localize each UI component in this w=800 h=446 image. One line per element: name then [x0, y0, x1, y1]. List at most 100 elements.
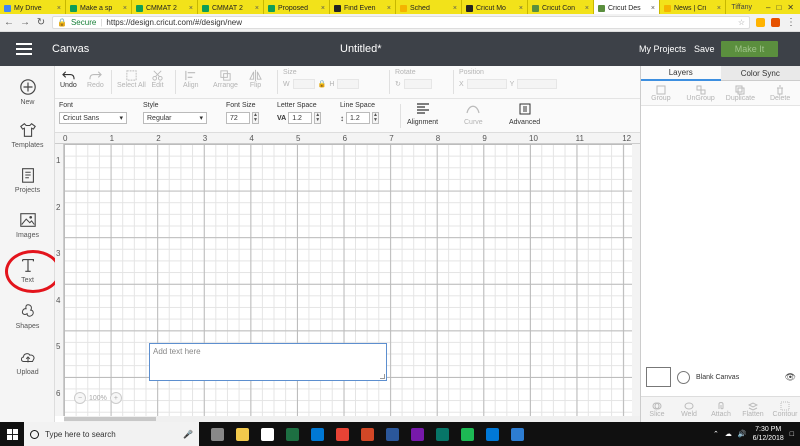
onenote-icon[interactable] — [405, 422, 430, 446]
letter-space-stepper[interactable]: ▲ ▼ — [314, 112, 322, 124]
extension-icon[interactable] — [756, 18, 765, 27]
text-input-box[interactable]: Add text here — [149, 343, 387, 381]
browser-tab[interactable]: Cricut Mo × — [462, 0, 528, 14]
tab-close-icon[interactable]: × — [453, 5, 457, 12]
sidebar-item-templates[interactable]: Templates — [0, 121, 55, 161]
curve-button[interactable]: Curve — [464, 102, 483, 126]
excel-icon[interactable] — [280, 422, 305, 446]
position-y-field[interactable] — [517, 79, 558, 89]
tab-close-icon[interactable]: × — [387, 5, 391, 12]
bookmark-star-icon[interactable]: ☆ — [738, 18, 745, 27]
rotate-field[interactable] — [403, 79, 432, 89]
file-explorer-icon[interactable] — [230, 422, 255, 446]
close-window-icon[interactable]: ✕ — [787, 3, 794, 12]
tab-close-icon[interactable]: × — [57, 5, 61, 12]
browser-tab[interactable]: CMMAT 2 × — [198, 0, 264, 14]
sidebar-item-new[interactable]: New — [0, 78, 55, 118]
tab-close-icon[interactable]: × — [123, 5, 127, 12]
tab-layers[interactable]: Layers — [641, 66, 721, 81]
flip-button[interactable]: Flip — [249, 69, 262, 89]
font-size-field[interactable]: 72 — [226, 112, 250, 124]
contour-button[interactable]: Contour — [769, 397, 800, 422]
network-icon[interactable]: ☁ — [725, 430, 732, 438]
tray-up-icon[interactable]: ⌃ — [713, 430, 719, 438]
browser-tab[interactable]: Sched × — [396, 0, 462, 14]
browser-tab[interactable]: Make a sp × — [66, 0, 132, 14]
chrome-icon[interactable] — [330, 422, 355, 446]
font-select[interactable]: Cricut Sans ▾ — [59, 112, 127, 124]
sidebar-item-projects[interactable]: Projects — [0, 166, 55, 206]
reload-icon[interactable]: ↻ — [36, 17, 46, 28]
canvas-swatch[interactable] — [646, 367, 671, 387]
tab-close-icon[interactable]: × — [255, 5, 259, 12]
clock[interactable]: 7:30 PM 6/12/2018 — [753, 425, 784, 443]
select-all-button[interactable]: Select All — [117, 69, 146, 89]
resize-handle-icon[interactable] — [380, 374, 385, 379]
lock-ratio-icon[interactable]: 🔒 — [318, 80, 327, 88]
undo-button[interactable]: Undo — [60, 69, 77, 89]
width-field[interactable] — [292, 79, 315, 89]
microphone-icon[interactable]: 🎤 — [183, 430, 193, 439]
save-button[interactable]: Save — [694, 44, 715, 54]
task-view-icon[interactable] — [205, 422, 230, 446]
notifications-icon[interactable]: □ — [790, 431, 794, 438]
tab-close-icon[interactable]: × — [651, 5, 655, 12]
weld-button[interactable]: Weld — [673, 397, 705, 422]
sidebar-item-images[interactable]: Images — [0, 211, 55, 251]
advanced-button[interactable]: Advanced — [509, 102, 540, 126]
maximize-icon[interactable]: □ — [776, 3, 781, 12]
taskbar-search-box[interactable]: Type here to search 🎤 — [24, 422, 199, 446]
powerpoint-icon[interactable] — [355, 422, 380, 446]
browser-menu-icon[interactable]: ⋮ — [786, 17, 796, 28]
style-select[interactable]: Regular ▾ — [143, 112, 207, 124]
alignment-button[interactable]: Alignment — [407, 102, 438, 126]
zoom-in-icon[interactable]: + — [109, 392, 122, 404]
minimize-icon[interactable]: – — [766, 3, 770, 12]
scrollbar-thumb[interactable] — [64, 417, 156, 421]
tab-close-icon[interactable]: × — [321, 5, 325, 12]
letter-space-field[interactable]: 1.2 — [288, 112, 313, 124]
my-projects-link[interactable]: My Projects — [639, 44, 686, 54]
make-it-button[interactable]: Make It — [721, 41, 778, 57]
browser-tab[interactable]: News | Cri × — [660, 0, 726, 14]
sidebar-item-shapes[interactable]: Shapes — [0, 302, 55, 342]
outlook-icon[interactable] — [305, 422, 330, 446]
tab-close-icon[interactable]: × — [519, 5, 523, 12]
browser-tab[interactable]: Find Even × — [330, 0, 396, 14]
publisher-icon[interactable] — [430, 422, 455, 446]
line-space-field[interactable]: 1.2 — [346, 112, 370, 124]
slice-button[interactable]: Slice — [641, 397, 673, 422]
font-size-stepper[interactable]: ▲ ▼ — [252, 112, 259, 124]
forward-arrow-icon[interactable]: → — [20, 17, 30, 28]
visibility-hidden-icon[interactable]: 👁 — [785, 372, 796, 383]
line-space-stepper[interactable]: ▲ ▼ — [372, 112, 379, 124]
group-button[interactable]: Group — [641, 81, 681, 105]
spotify-icon[interactable] — [455, 422, 480, 446]
height-field[interactable] — [337, 79, 360, 89]
edge-icon[interactable] — [480, 422, 505, 446]
tab-close-icon[interactable]: × — [585, 5, 589, 12]
tab-close-icon[interactable]: × — [717, 5, 721, 12]
flatten-button[interactable]: Flatten — [737, 397, 769, 422]
windows-start-icon[interactable] — [0, 422, 24, 446]
volume-icon[interactable]: 🔊 — [738, 430, 747, 438]
arrange-button[interactable]: Arrange — [213, 69, 238, 89]
vertical-scrollbar[interactable] — [632, 144, 640, 416]
position-x-field[interactable] — [466, 79, 507, 89]
browser-tab[interactable]: Cricut Des × — [594, 0, 660, 14]
browser-tab[interactable]: CMMAT 2 × — [132, 0, 198, 14]
duplicate-button[interactable]: Duplicate — [721, 81, 761, 105]
blank-canvas-row[interactable]: Blank Canvas 👁 — [646, 366, 796, 388]
document-title[interactable]: Untitled* — [340, 43, 382, 55]
address-bar[interactable]: 🔒 Secure | https://design.cricut.com/#/d… — [52, 16, 750, 29]
browser-tab[interactable]: My Drive × — [0, 0, 66, 14]
attach-button[interactable]: Attach — [705, 397, 737, 422]
word-icon[interactable] — [380, 422, 405, 446]
extension-icon[interactable] — [771, 18, 780, 27]
hamburger-menu-icon[interactable] — [16, 43, 32, 55]
browser-tab[interactable]: Proposed × — [264, 0, 330, 14]
delete-button[interactable]: Delete — [760, 81, 800, 105]
browser-user-name[interactable]: Tiffany — [731, 4, 752, 11]
zoom-out-icon[interactable]: − — [74, 392, 86, 404]
align-button[interactable]: Align — [183, 69, 199, 89]
